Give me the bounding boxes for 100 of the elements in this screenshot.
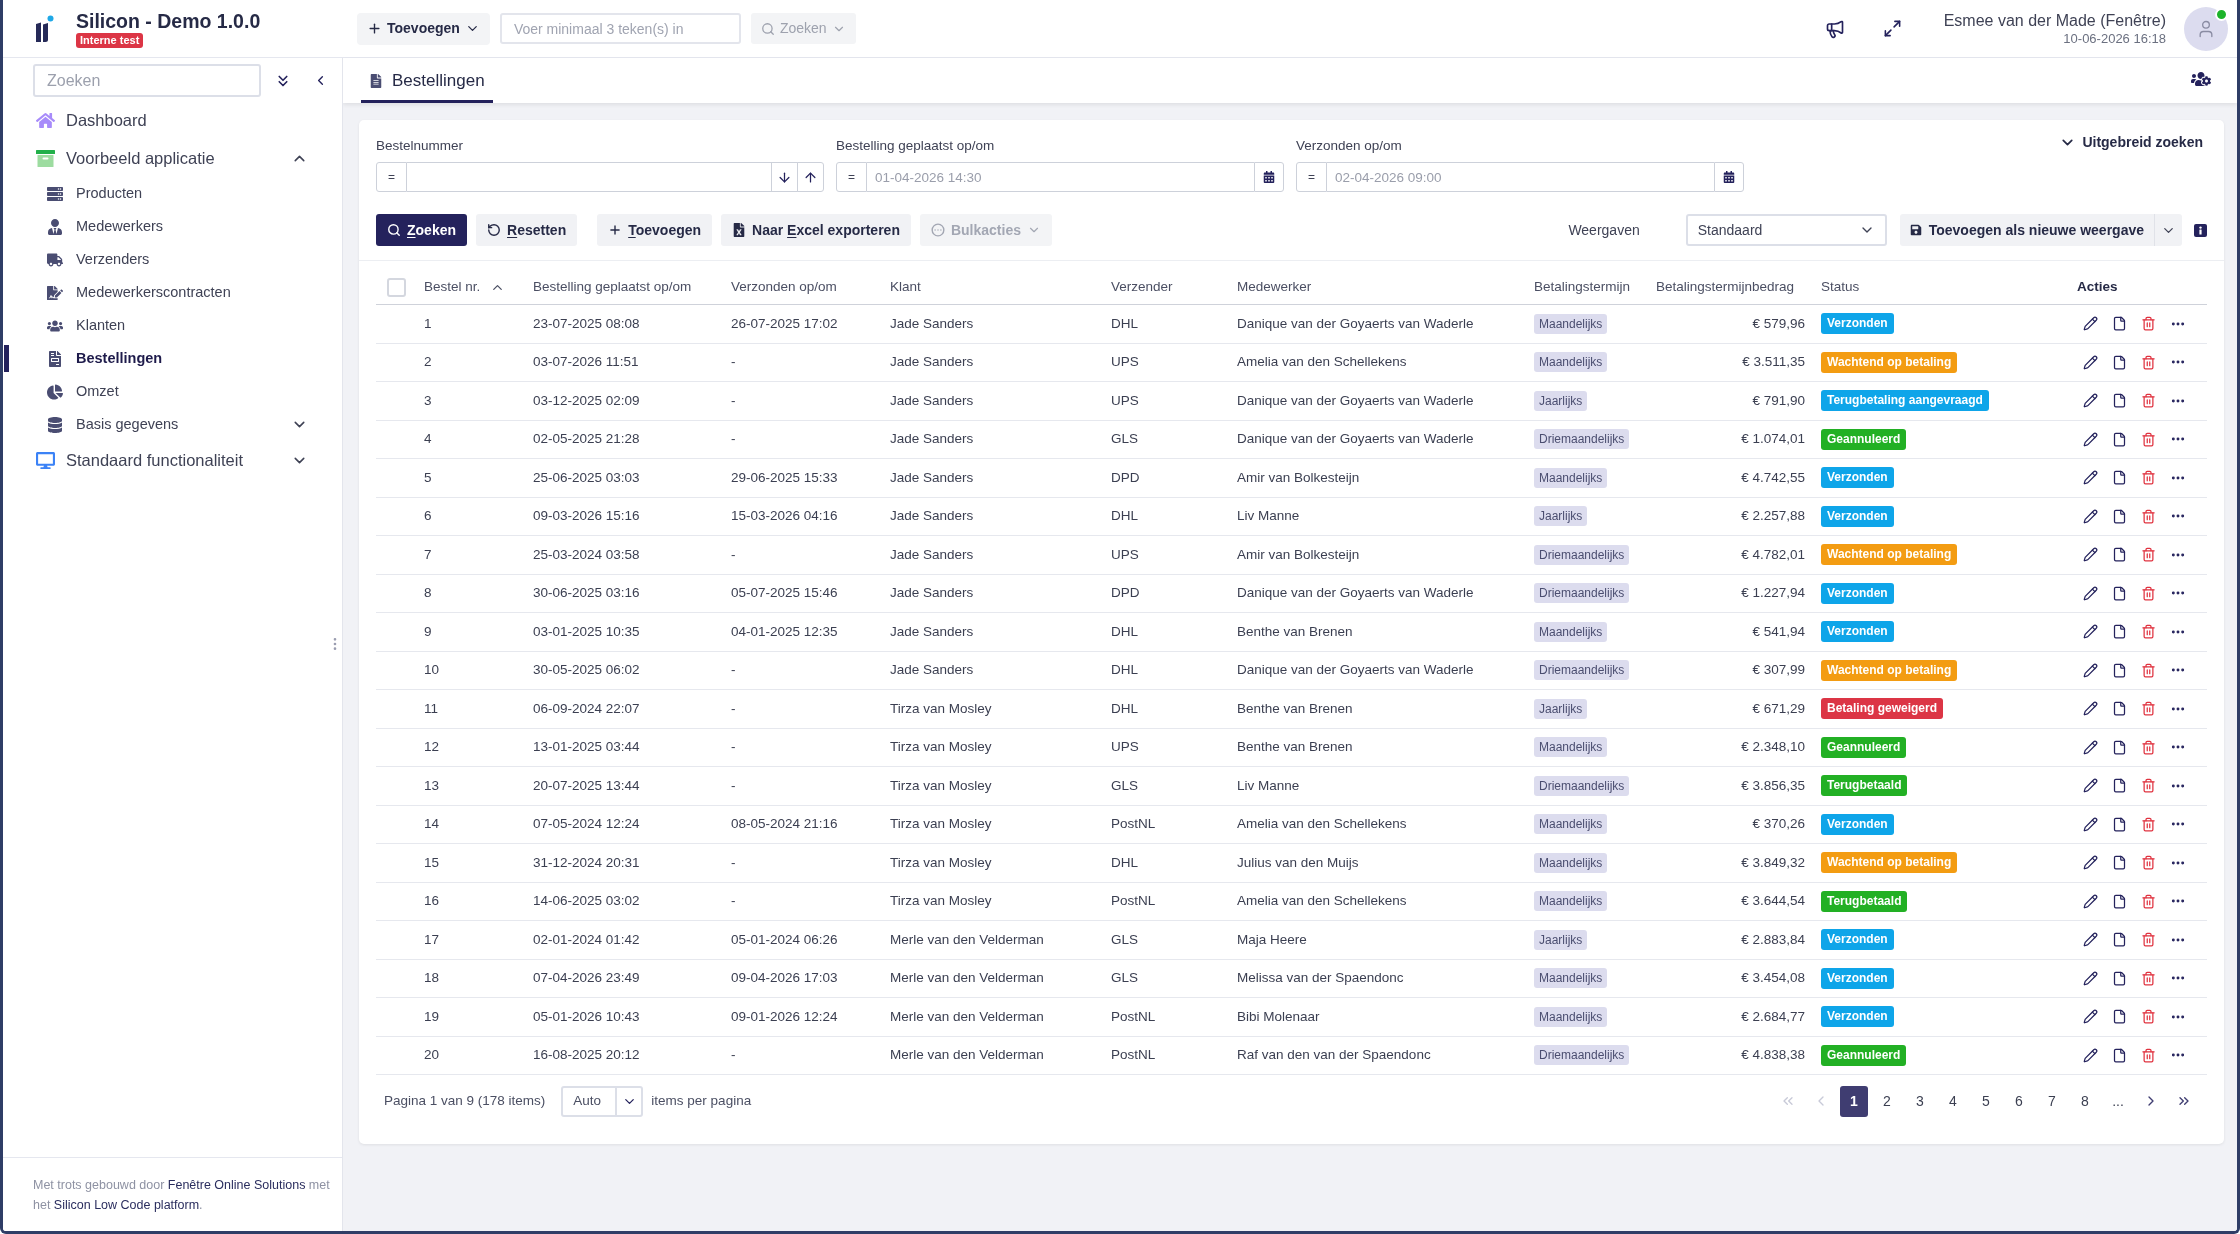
document-icon[interactable] bbox=[2112, 547, 2127, 563]
sidebar-item[interactable]: Verzenders bbox=[47, 248, 150, 271]
users-settings-icon[interactable] bbox=[2191, 69, 2211, 89]
column-header[interactable]: Medewerker bbox=[1237, 277, 1312, 298]
date-input[interactable]: 02-04-2026 09:00 bbox=[1327, 162, 1714, 192]
document-icon[interactable] bbox=[2112, 316, 2127, 332]
document-icon[interactable] bbox=[2112, 778, 2127, 794]
trash-icon[interactable] bbox=[2141, 1009, 2156, 1025]
calendar-button[interactable] bbox=[1714, 162, 1744, 192]
pencil-icon[interactable] bbox=[2083, 316, 2098, 332]
operator-button[interactable]: = bbox=[836, 162, 867, 192]
sidebar-item[interactable]: Bestellingen bbox=[47, 347, 163, 370]
column-header[interactable]: Acties bbox=[2077, 277, 2118, 298]
document-icon[interactable] bbox=[2112, 1047, 2127, 1063]
document-icon[interactable] bbox=[2112, 739, 2127, 755]
pencil-icon[interactable] bbox=[2083, 393, 2098, 409]
reset-button[interactable]: Resetten bbox=[476, 214, 578, 246]
pencil-icon[interactable] bbox=[2083, 508, 2098, 524]
page-button[interactable]: 2 bbox=[1873, 1085, 1901, 1117]
page-button[interactable]: 4 bbox=[1939, 1085, 1967, 1117]
column-header[interactable]: Status bbox=[1821, 277, 1860, 298]
document-icon[interactable] bbox=[2112, 470, 2127, 486]
add-button[interactable]: Toevoegen bbox=[357, 12, 490, 45]
trash-icon[interactable] bbox=[2141, 547, 2156, 563]
page-button[interactable]: 6 bbox=[2005, 1085, 2033, 1117]
view-select[interactable]: Standaard bbox=[1685, 214, 1887, 246]
pencil-icon[interactable] bbox=[2083, 778, 2098, 794]
pencil-icon[interactable] bbox=[2083, 739, 2098, 755]
trash-icon[interactable] bbox=[2141, 662, 2156, 678]
trash-icon[interactable] bbox=[2141, 893, 2156, 909]
column-header[interactable]: Verzender bbox=[1111, 277, 1173, 298]
footer-link[interactable]: Fenêtre Online Solutions bbox=[167, 1178, 306, 1192]
trash-icon[interactable] bbox=[2141, 316, 2156, 332]
pencil-icon[interactable] bbox=[2083, 1047, 2098, 1063]
select-all-checkbox[interactable] bbox=[386, 278, 406, 297]
column-header[interactable]: Bestel nr. bbox=[424, 277, 481, 298]
pencil-icon[interactable] bbox=[2083, 354, 2098, 370]
sidebar-item[interactable]: Klanten bbox=[47, 314, 126, 337]
sidebar-search-field[interactable]: Zoeken bbox=[33, 64, 261, 97]
sidebar-item[interactable]: Basis gegevens bbox=[47, 413, 179, 436]
document-icon[interactable] bbox=[2112, 662, 2127, 678]
trash-icon[interactable] bbox=[2141, 778, 2156, 794]
pencil-icon[interactable] bbox=[2083, 585, 2098, 601]
trash-icon[interactable] bbox=[2141, 816, 2156, 832]
trash-icon[interactable] bbox=[2141, 354, 2156, 370]
column-header[interactable]: Betalingstermijnbedrag bbox=[1656, 277, 1795, 298]
operator-button[interactable]: = bbox=[376, 162, 407, 192]
pencil-icon[interactable] bbox=[2083, 1009, 2098, 1025]
column-header[interactable]: Betalingstermijn bbox=[1534, 277, 1631, 298]
trash-icon[interactable] bbox=[2141, 932, 2156, 948]
info-icon[interactable] bbox=[2194, 223, 2207, 237]
trash-icon[interactable] bbox=[2141, 701, 2156, 717]
document-icon[interactable] bbox=[2112, 970, 2127, 986]
page-button[interactable]: ... bbox=[2104, 1085, 2132, 1117]
trash-icon[interactable] bbox=[2141, 585, 2156, 601]
page-button[interactable]: 5 bbox=[1972, 1085, 2000, 1117]
document-icon[interactable] bbox=[2112, 816, 2127, 832]
trash-icon[interactable] bbox=[2141, 855, 2156, 871]
document-icon[interactable] bbox=[2112, 624, 2127, 640]
page-size-select[interactable]: Auto bbox=[561, 1085, 644, 1117]
avatar-icon[interactable] bbox=[2184, 6, 2228, 51]
document-icon[interactable] bbox=[2112, 585, 2127, 601]
pencil-icon[interactable] bbox=[2083, 932, 2098, 948]
page-button[interactable]: 8 bbox=[2071, 1085, 2099, 1117]
sidebar-item[interactable]: Omzet bbox=[47, 380, 119, 403]
pencil-icon[interactable] bbox=[2083, 970, 2098, 986]
sort-descending-button[interactable] bbox=[771, 162, 798, 192]
tab[interactable]: Bestellingen bbox=[361, 61, 493, 103]
export-button[interactable]: Naar Excel exporteren bbox=[721, 214, 911, 246]
pencil-icon[interactable] bbox=[2083, 547, 2098, 563]
document-icon[interactable] bbox=[2112, 393, 2127, 409]
column-header[interactable]: Bestelling geplaatst op/om bbox=[533, 277, 692, 298]
page-button[interactable]: 1 bbox=[1840, 1085, 1868, 1117]
search-button[interactable]: Zoeken bbox=[376, 214, 468, 246]
pencil-icon[interactable] bbox=[2083, 816, 2098, 832]
trash-icon[interactable] bbox=[2141, 624, 2156, 640]
pencil-icon[interactable] bbox=[2083, 701, 2098, 717]
document-icon[interactable] bbox=[2112, 1009, 2127, 1025]
document-icon[interactable] bbox=[2112, 932, 2127, 948]
calendar-button[interactable] bbox=[1254, 162, 1284, 192]
column-header[interactable]: Klant bbox=[890, 277, 921, 298]
sidebar-item[interactable]: Standaard functionaliteit bbox=[36, 447, 244, 473]
sidebar-item[interactable]: Voorbeeld applicatie bbox=[36, 145, 215, 171]
sidebar-item[interactable]: Producten bbox=[47, 182, 143, 205]
number-input[interactable] bbox=[407, 162, 771, 192]
trash-icon[interactable] bbox=[2141, 739, 2156, 755]
document-icon[interactable] bbox=[2112, 893, 2127, 909]
pencil-icon[interactable] bbox=[2083, 662, 2098, 678]
date-input[interactable]: 01-04-2026 14:30 bbox=[867, 162, 1254, 192]
pencil-icon[interactable] bbox=[2083, 893, 2098, 909]
advanced-search-toggle[interactable]: Uitgebreid zoeken bbox=[2059, 132, 2203, 153]
trash-icon[interactable] bbox=[2141, 508, 2156, 524]
trash-icon[interactable] bbox=[2141, 393, 2156, 409]
pencil-icon[interactable] bbox=[2083, 431, 2098, 447]
operator-button[interactable]: = bbox=[1296, 162, 1327, 192]
pencil-icon[interactable] bbox=[2083, 624, 2098, 640]
trash-icon[interactable] bbox=[2141, 1047, 2156, 1063]
page-button[interactable]: 3 bbox=[1906, 1085, 1934, 1117]
document-icon[interactable] bbox=[2112, 508, 2127, 524]
document-icon[interactable] bbox=[2112, 855, 2127, 871]
